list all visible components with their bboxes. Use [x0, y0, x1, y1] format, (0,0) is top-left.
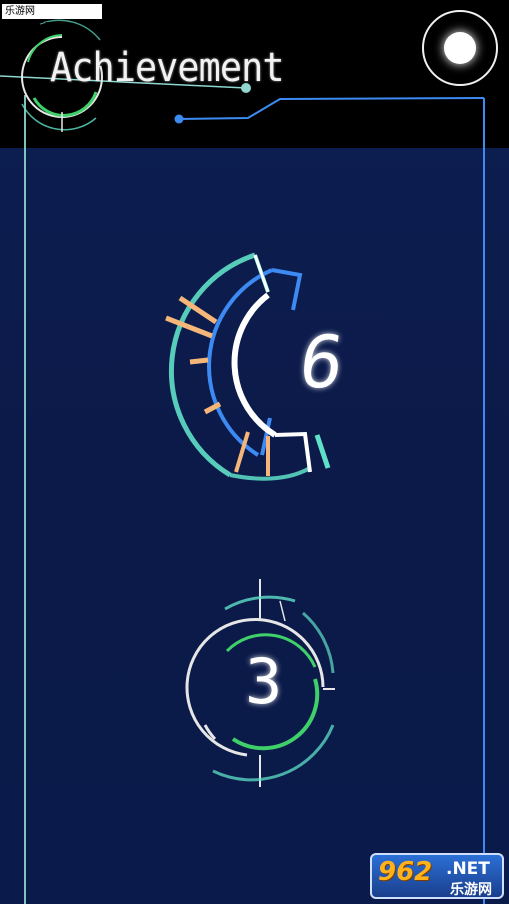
settings-button[interactable] — [422, 10, 498, 86]
watermark-text: 乐游网 www.962.net — [2, 4, 102, 32]
page-title: Achievement — [50, 45, 285, 91]
logo-suffix: .NET — [446, 859, 490, 879]
circle-toggle-icon — [444, 32, 476, 64]
logo-number: 962 — [378, 857, 433, 887]
achievement-value: 3 — [245, 645, 283, 718]
achievement-badge[interactable]: 6 — [150, 240, 349, 490]
achievement-badge[interactable]: 3 — [185, 575, 340, 790]
logo-cn-text: 乐游网 — [450, 882, 492, 898]
site-logo: 962 .NET 乐游网 — [370, 853, 504, 899]
